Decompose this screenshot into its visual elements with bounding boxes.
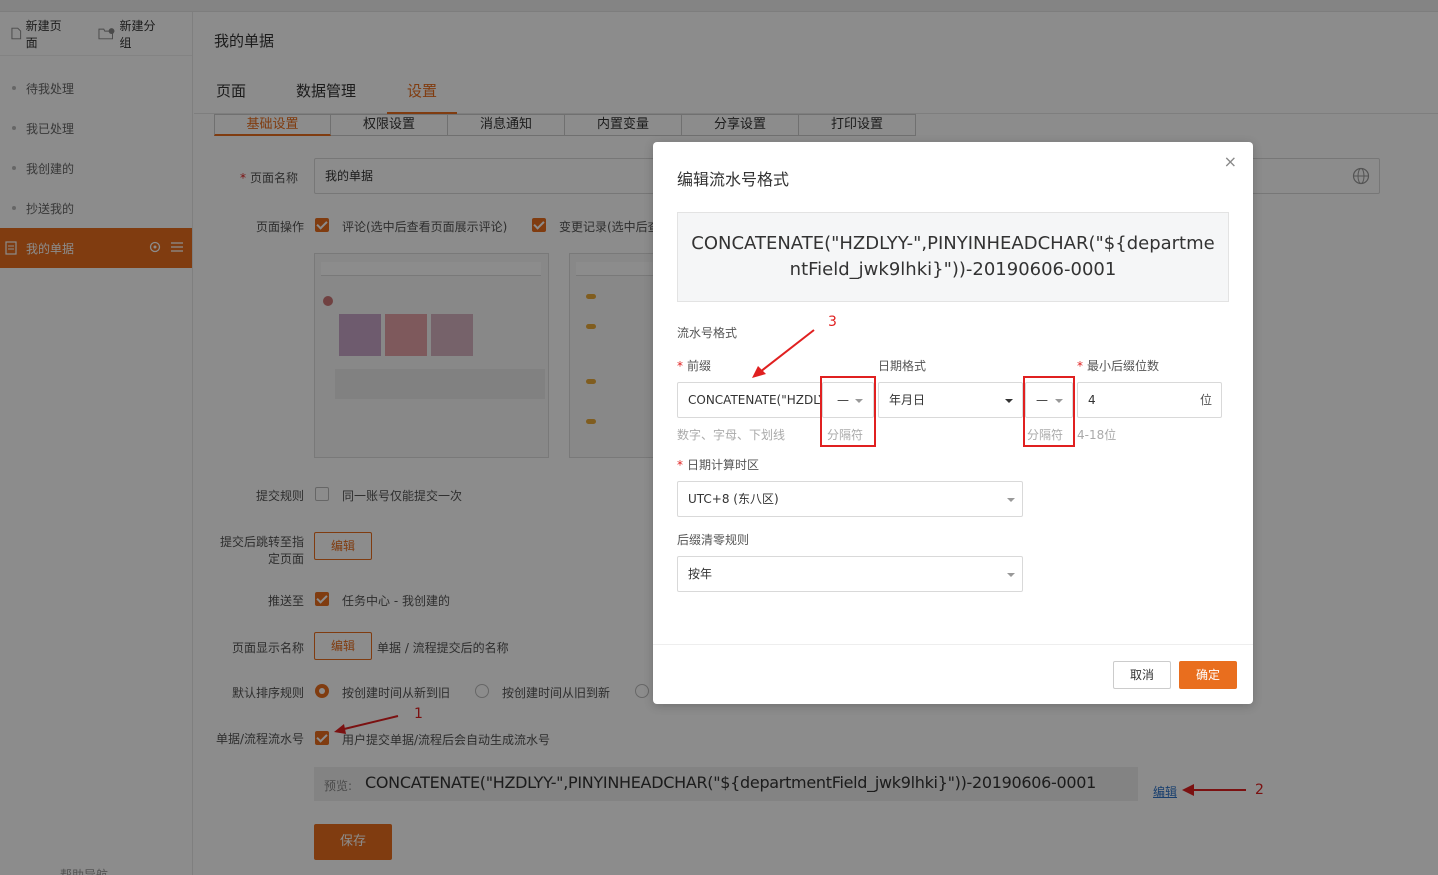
min-digits-hint: 4-18位 — [1077, 428, 1117, 442]
prefix-label: * 前缀 — [677, 359, 712, 373]
annotation-box-separator-2 — [1023, 376, 1075, 447]
timezone-select[interactable]: UTC+8 (东八区) — [677, 481, 1023, 517]
formula-preview: CONCATENATE("HZDLYY-",PINYINHEADCHAR("${… — [677, 212, 1229, 302]
chevron-down-icon — [1007, 498, 1015, 502]
serial-format-dialog: 编辑流水号格式 × CONCATENATE("HZDLYY-",PINYINHE… — [653, 142, 1253, 704]
chevron-down-icon — [1005, 399, 1013, 403]
prefix-hint: 数字、字母、下划线 — [677, 428, 786, 442]
dialog-footer-divider — [653, 644, 1253, 645]
chevron-down-icon — [1007, 573, 1015, 577]
dialog-title: 编辑流水号格式 — [677, 170, 790, 189]
confirm-button[interactable]: 确定 — [1179, 661, 1237, 689]
reset-rule-label: 后缀清零规则 — [677, 533, 750, 547]
min-digits-unit: 位 — [1200, 393, 1213, 407]
annotation-3: 3 — [828, 314, 837, 330]
annotation-box-separator-1 — [820, 376, 876, 447]
cancel-button[interactable]: 取消 — [1113, 661, 1171, 689]
reset-rule-select[interactable]: 按年 — [677, 556, 1023, 592]
date-format-label: 日期格式 — [878, 359, 927, 373]
prefix-input[interactable]: CONCATENATE("HZDLYY-",PINYINHEADCHAR( — [677, 382, 822, 418]
timezone-label: * 日期计算时区 — [677, 458, 760, 472]
min-digits-label: * 最小后缀位数 — [1077, 359, 1160, 373]
close-icon[interactable]: × — [1224, 152, 1237, 171]
date-format-select[interactable]: 年月日 — [878, 382, 1023, 418]
annotation-arrow-3 — [752, 329, 815, 378]
format-section-label: 流水号格式 — [677, 326, 738, 340]
